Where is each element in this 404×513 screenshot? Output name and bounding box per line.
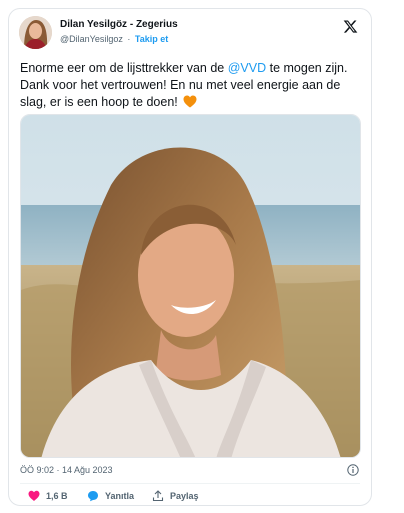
tweet-text: Enorme eer om de lijsttrekker van de @VV… xyxy=(20,60,360,113)
orange-heart-icon xyxy=(183,95,197,113)
info-icon[interactable] xyxy=(347,464,359,476)
scrollbar[interactable] xyxy=(381,0,387,513)
like-button[interactable]: 1,6 B xyxy=(28,490,68,502)
author-name[interactable]: Dilan Yesilgöz - Zegerius xyxy=(60,19,178,30)
author-handle[interactable]: @DilanYesilgoz xyxy=(60,34,123,44)
author-handle-row: @DilanYesilgoz · Takip et xyxy=(60,34,168,44)
x-logo-icon[interactable] xyxy=(343,19,358,34)
reply-bubble-icon xyxy=(88,491,98,502)
reply-label: Yanıtla xyxy=(105,491,135,501)
like-count: 1,6 B xyxy=(46,491,68,501)
actions-divider xyxy=(20,483,360,484)
share-label: Paylaş xyxy=(170,491,199,501)
tweet-card[interactable]: Dilan Yesilgöz - Zegerius @DilanYesilgoz… xyxy=(8,8,372,506)
reply-button[interactable]: Yanıtla xyxy=(87,490,134,502)
mention-link[interactable]: @VVD xyxy=(228,61,266,75)
tweet-timestamp[interactable]: ÖÖ 9:02 · 14 Ağu 2023 xyxy=(20,465,113,475)
heart-icon xyxy=(28,490,40,501)
share-button[interactable]: Paylaş xyxy=(152,490,199,502)
tweet-text-part1: Enorme eer om de lijsttrekker van de xyxy=(20,61,228,75)
share-icon xyxy=(152,490,164,502)
avatar[interactable] xyxy=(19,16,52,49)
separator-dot: · xyxy=(127,34,131,44)
follow-button[interactable]: Takip et xyxy=(135,34,168,44)
tweet-photo[interactable] xyxy=(20,114,361,458)
